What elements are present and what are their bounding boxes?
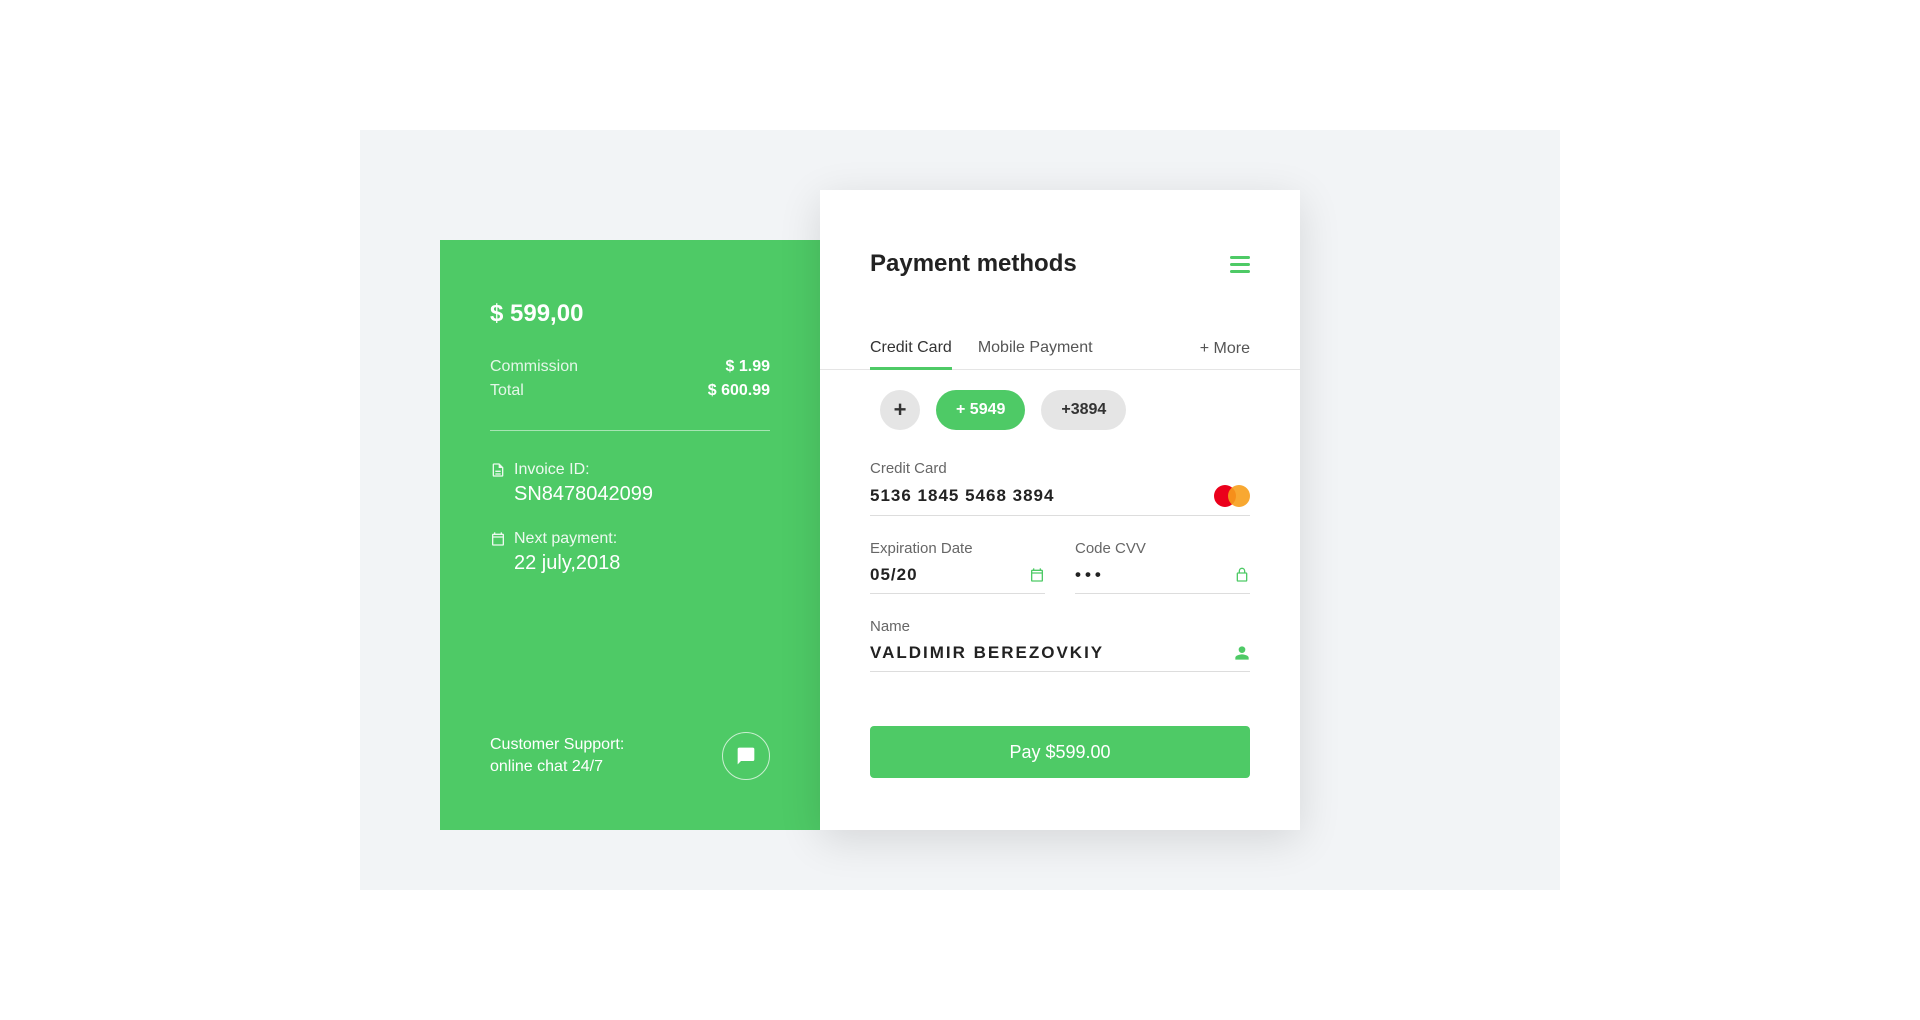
invoice-id-value: SN8478042099 bbox=[514, 483, 770, 506]
total-value: $ 600.99 bbox=[708, 382, 770, 400]
name-label: Name bbox=[870, 618, 1250, 635]
calendar-icon bbox=[490, 531, 506, 547]
file-icon bbox=[490, 462, 506, 478]
total-label: Total bbox=[490, 382, 524, 400]
tab-credit-card[interactable]: Credit Card bbox=[870, 329, 952, 370]
chat-icon bbox=[736, 746, 756, 766]
commission-row: Commission $ 1.99 bbox=[490, 358, 770, 376]
support-text: Customer Support: online chat 24/7 bbox=[490, 734, 624, 779]
name-input[interactable]: VALDIMIR BEREZOVKIY bbox=[870, 643, 1250, 672]
payment-title: Payment methods bbox=[870, 250, 1077, 278]
cvv-input[interactable]: ••• bbox=[1075, 565, 1250, 594]
mastercard-icon bbox=[1214, 485, 1250, 507]
add-card-button[interactable]: + bbox=[880, 390, 920, 430]
tab-mobile-payment[interactable]: Mobile Payment bbox=[978, 329, 1093, 370]
calendar-icon bbox=[1029, 567, 1045, 583]
cvv-label: Code CVV bbox=[1075, 540, 1250, 557]
card-number-value: 5136 1845 5468 3894 bbox=[870, 486, 1054, 506]
commission-label: Commission bbox=[490, 358, 578, 376]
support-line2: online chat 24/7 bbox=[490, 756, 624, 778]
expiration-label: Expiration Date bbox=[870, 540, 1045, 557]
cvv-value: ••• bbox=[1075, 565, 1105, 585]
next-payment-block: Next payment: 22 july,2018 bbox=[490, 530, 770, 575]
chat-button[interactable] bbox=[722, 732, 770, 780]
invoice-amount: $ 599,00 bbox=[490, 300, 770, 328]
menu-icon[interactable] bbox=[1230, 256, 1250, 273]
invoice-id-block: Invoice ID: SN8478042099 bbox=[490, 461, 770, 506]
cvv-field: Code CVV ••• bbox=[1075, 540, 1250, 594]
next-payment-value: 22 july,2018 bbox=[514, 552, 770, 575]
expiration-input[interactable]: 05/20 bbox=[870, 565, 1045, 594]
expiration-field: Expiration Date 05/20 bbox=[870, 540, 1045, 594]
divider bbox=[490, 430, 770, 431]
tab-more[interactable]: + More bbox=[1200, 330, 1250, 368]
support-row: Customer Support: online chat 24/7 bbox=[490, 732, 770, 780]
checkout-stage: $ 599,00 Commission $ 1.99 Total $ 600.9… bbox=[360, 130, 1560, 890]
support-line1: Customer Support: bbox=[490, 734, 624, 756]
lock-icon bbox=[1234, 567, 1250, 583]
commission-value: $ 1.99 bbox=[726, 358, 770, 376]
payment-methods-card: Payment methods Credit Card Mobile Payme… bbox=[820, 190, 1300, 830]
card-pill-5949[interactable]: + 5949 bbox=[936, 390, 1025, 430]
user-icon bbox=[1234, 645, 1250, 661]
card-pills: + + 5949 +3894 bbox=[870, 390, 1250, 430]
invoice-summary-card: $ 599,00 Commission $ 1.99 Total $ 600.9… bbox=[440, 240, 820, 830]
card-number-field: Credit Card 5136 1845 5468 3894 bbox=[870, 460, 1250, 516]
card-pill-3894[interactable]: +3894 bbox=[1041, 390, 1126, 430]
card-number-input[interactable]: 5136 1845 5468 3894 bbox=[870, 485, 1250, 516]
name-field: Name VALDIMIR BEREZOVKIY bbox=[870, 618, 1250, 672]
payment-tabs: Credit Card Mobile Payment + More bbox=[820, 328, 1300, 370]
total-row: Total $ 600.99 bbox=[490, 382, 770, 400]
name-value: VALDIMIR BEREZOVKIY bbox=[870, 643, 1104, 663]
expiration-value: 05/20 bbox=[870, 565, 918, 585]
next-payment-label: Next payment: bbox=[514, 530, 617, 548]
pay-button[interactable]: Pay $599.00 bbox=[870, 726, 1250, 778]
card-number-label: Credit Card bbox=[870, 460, 1250, 477]
invoice-id-label: Invoice ID: bbox=[514, 461, 590, 479]
